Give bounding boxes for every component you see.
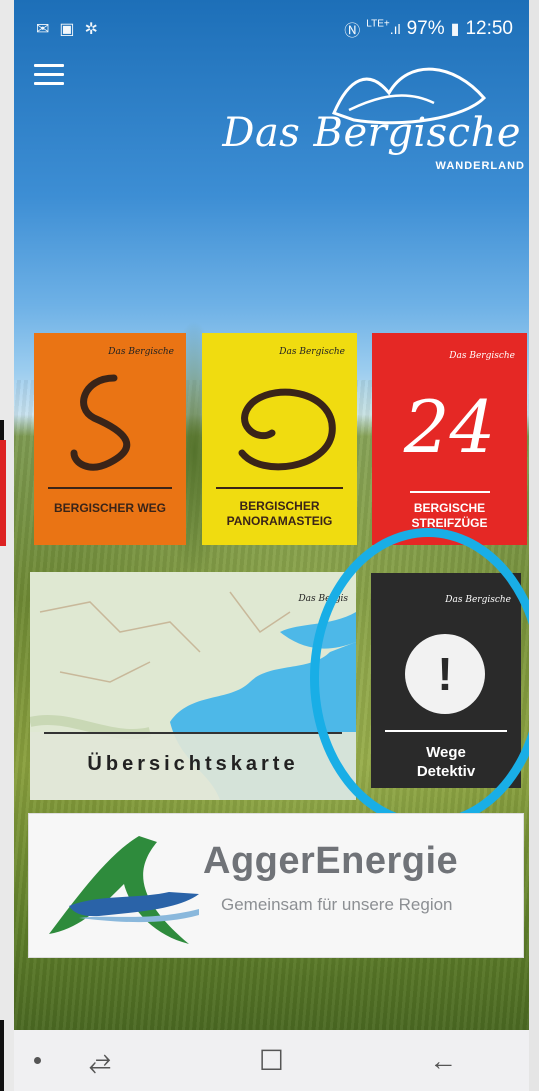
tile-label: Wege Detektiv — [371, 743, 521, 781]
status-left: ✉ ▣ ✲ — [30, 19, 98, 39]
system-nav-bar: ⥄ ☐ ← — [14, 1030, 529, 1091]
settings-sun-icon: ✲ — [84, 21, 98, 38]
tile-divider — [216, 487, 343, 489]
mail-icon: ✉ — [36, 21, 50, 38]
status-bar: ✉ ▣ ✲ Ⓝ LTE+.ıl 97% ▮ 12:50 — [14, 0, 529, 58]
s-path-icon — [70, 374, 131, 471]
tile-label: BERGISCHER WEG — [53, 501, 166, 515]
tile-label-line1: BERGISCHER — [239, 499, 320, 513]
app-screen: ✉ ▣ ✲ Ⓝ LTE+.ıl 97% ▮ 12:50 Das Bergisch… — [14, 0, 529, 1091]
tile-label: BERGISCHER PANORAMASTEIG — [202, 499, 357, 529]
recents-button[interactable]: ⥄ — [60, 1044, 140, 1077]
tile-divider — [385, 730, 507, 732]
status-right: Ⓝ LTE+.ıl 97% ▮ 12:50 — [344, 17, 513, 41]
tile-uebersichtskarte[interactable]: Das Bergis Übersichtskarte — [30, 572, 356, 800]
tile-wege-detektiv[interactable]: Das Bergische ! Wege Detektiv — [371, 573, 521, 788]
tile-label-line2: STREIFZÜGE — [411, 516, 488, 530]
aggerenergie-ad-banner[interactable]: AggerEnergie Gemeinsam für unsere Region — [28, 813, 524, 958]
nfc-icon: Ⓝ — [344, 23, 361, 40]
menu-icon-bar — [34, 64, 64, 67]
tile-divider — [410, 491, 490, 493]
alert-icon: ! — [405, 634, 485, 714]
tile-bergische-streifzuege[interactable]: Das Bergische 24 BERGISCHE STREIFZÜGE — [372, 333, 527, 545]
tile-label: BERGISCHE STREIFZÜGE — [372, 501, 527, 531]
ad-subtitle: Gemeinsam für unsere Region — [221, 895, 453, 914]
tile-label-line1: BERGISCHE — [413, 501, 486, 515]
menu-icon-bar — [34, 82, 64, 85]
network-indicator: LTE+.ıl — [366, 18, 401, 37]
tile-label-line2: PANORAMASTEIG — [226, 514, 333, 528]
tile-mini-logo: Das Bergische — [445, 595, 511, 605]
phone-bezel-left — [0, 0, 14, 1091]
flipboard-icon: ▣ — [59, 21, 75, 38]
tile-mini-logo: Das Bergis — [298, 594, 348, 604]
tile-bergischer-weg[interactable]: Das Bergische BERGISCHER WEG — [34, 333, 186, 545]
bezel-strip — [0, 1020, 4, 1091]
menu-icon-bar — [34, 73, 64, 76]
nav-hide-dot[interactable] — [34, 1057, 41, 1064]
clock: 12:50 — [465, 18, 513, 39]
hamburger-menu-button[interactable] — [34, 64, 64, 90]
streifzuege-number: 24 — [403, 385, 496, 469]
logo-text: Das Bergische — [222, 110, 521, 156]
bezel-strip — [0, 420, 4, 442]
tile-mini-logo: Das Bergische — [449, 351, 515, 361]
tile-bergischer-panoramasteig[interactable]: Das Bergische BERGISCHER PANORAMASTEIG — [202, 333, 357, 545]
home-button[interactable]: ☐ — [231, 1044, 311, 1077]
loop-path-icon — [238, 388, 336, 471]
back-button[interactable]: ← — [403, 1045, 483, 1077]
battery-icon: ▮ — [450, 21, 460, 38]
back-icon: ← — [429, 1044, 458, 1076]
tile-label: Übersichtskarte — [87, 753, 299, 775]
logo-subtitle: WANDERLAND — [435, 160, 525, 172]
recents-icon: ⥄ — [88, 1044, 112, 1075]
home-icon: ☐ — [258, 1045, 285, 1076]
app-logo: Das Bergische WANDERLAND — [222, 58, 529, 183]
bezel-strip-red — [0, 440, 6, 546]
tile-label-line1: Wege — [426, 744, 466, 761]
phone-bezel-right — [529, 0, 539, 1091]
ad-title: AggerEnergie — [203, 840, 459, 882]
battery-percent: 97% — [406, 18, 445, 39]
tile-label-line2: Detektiv — [416, 763, 476, 780]
tile-divider — [48, 487, 172, 489]
aggerenergie-logo-icon — [49, 836, 199, 944]
tile-divider — [44, 732, 342, 734]
